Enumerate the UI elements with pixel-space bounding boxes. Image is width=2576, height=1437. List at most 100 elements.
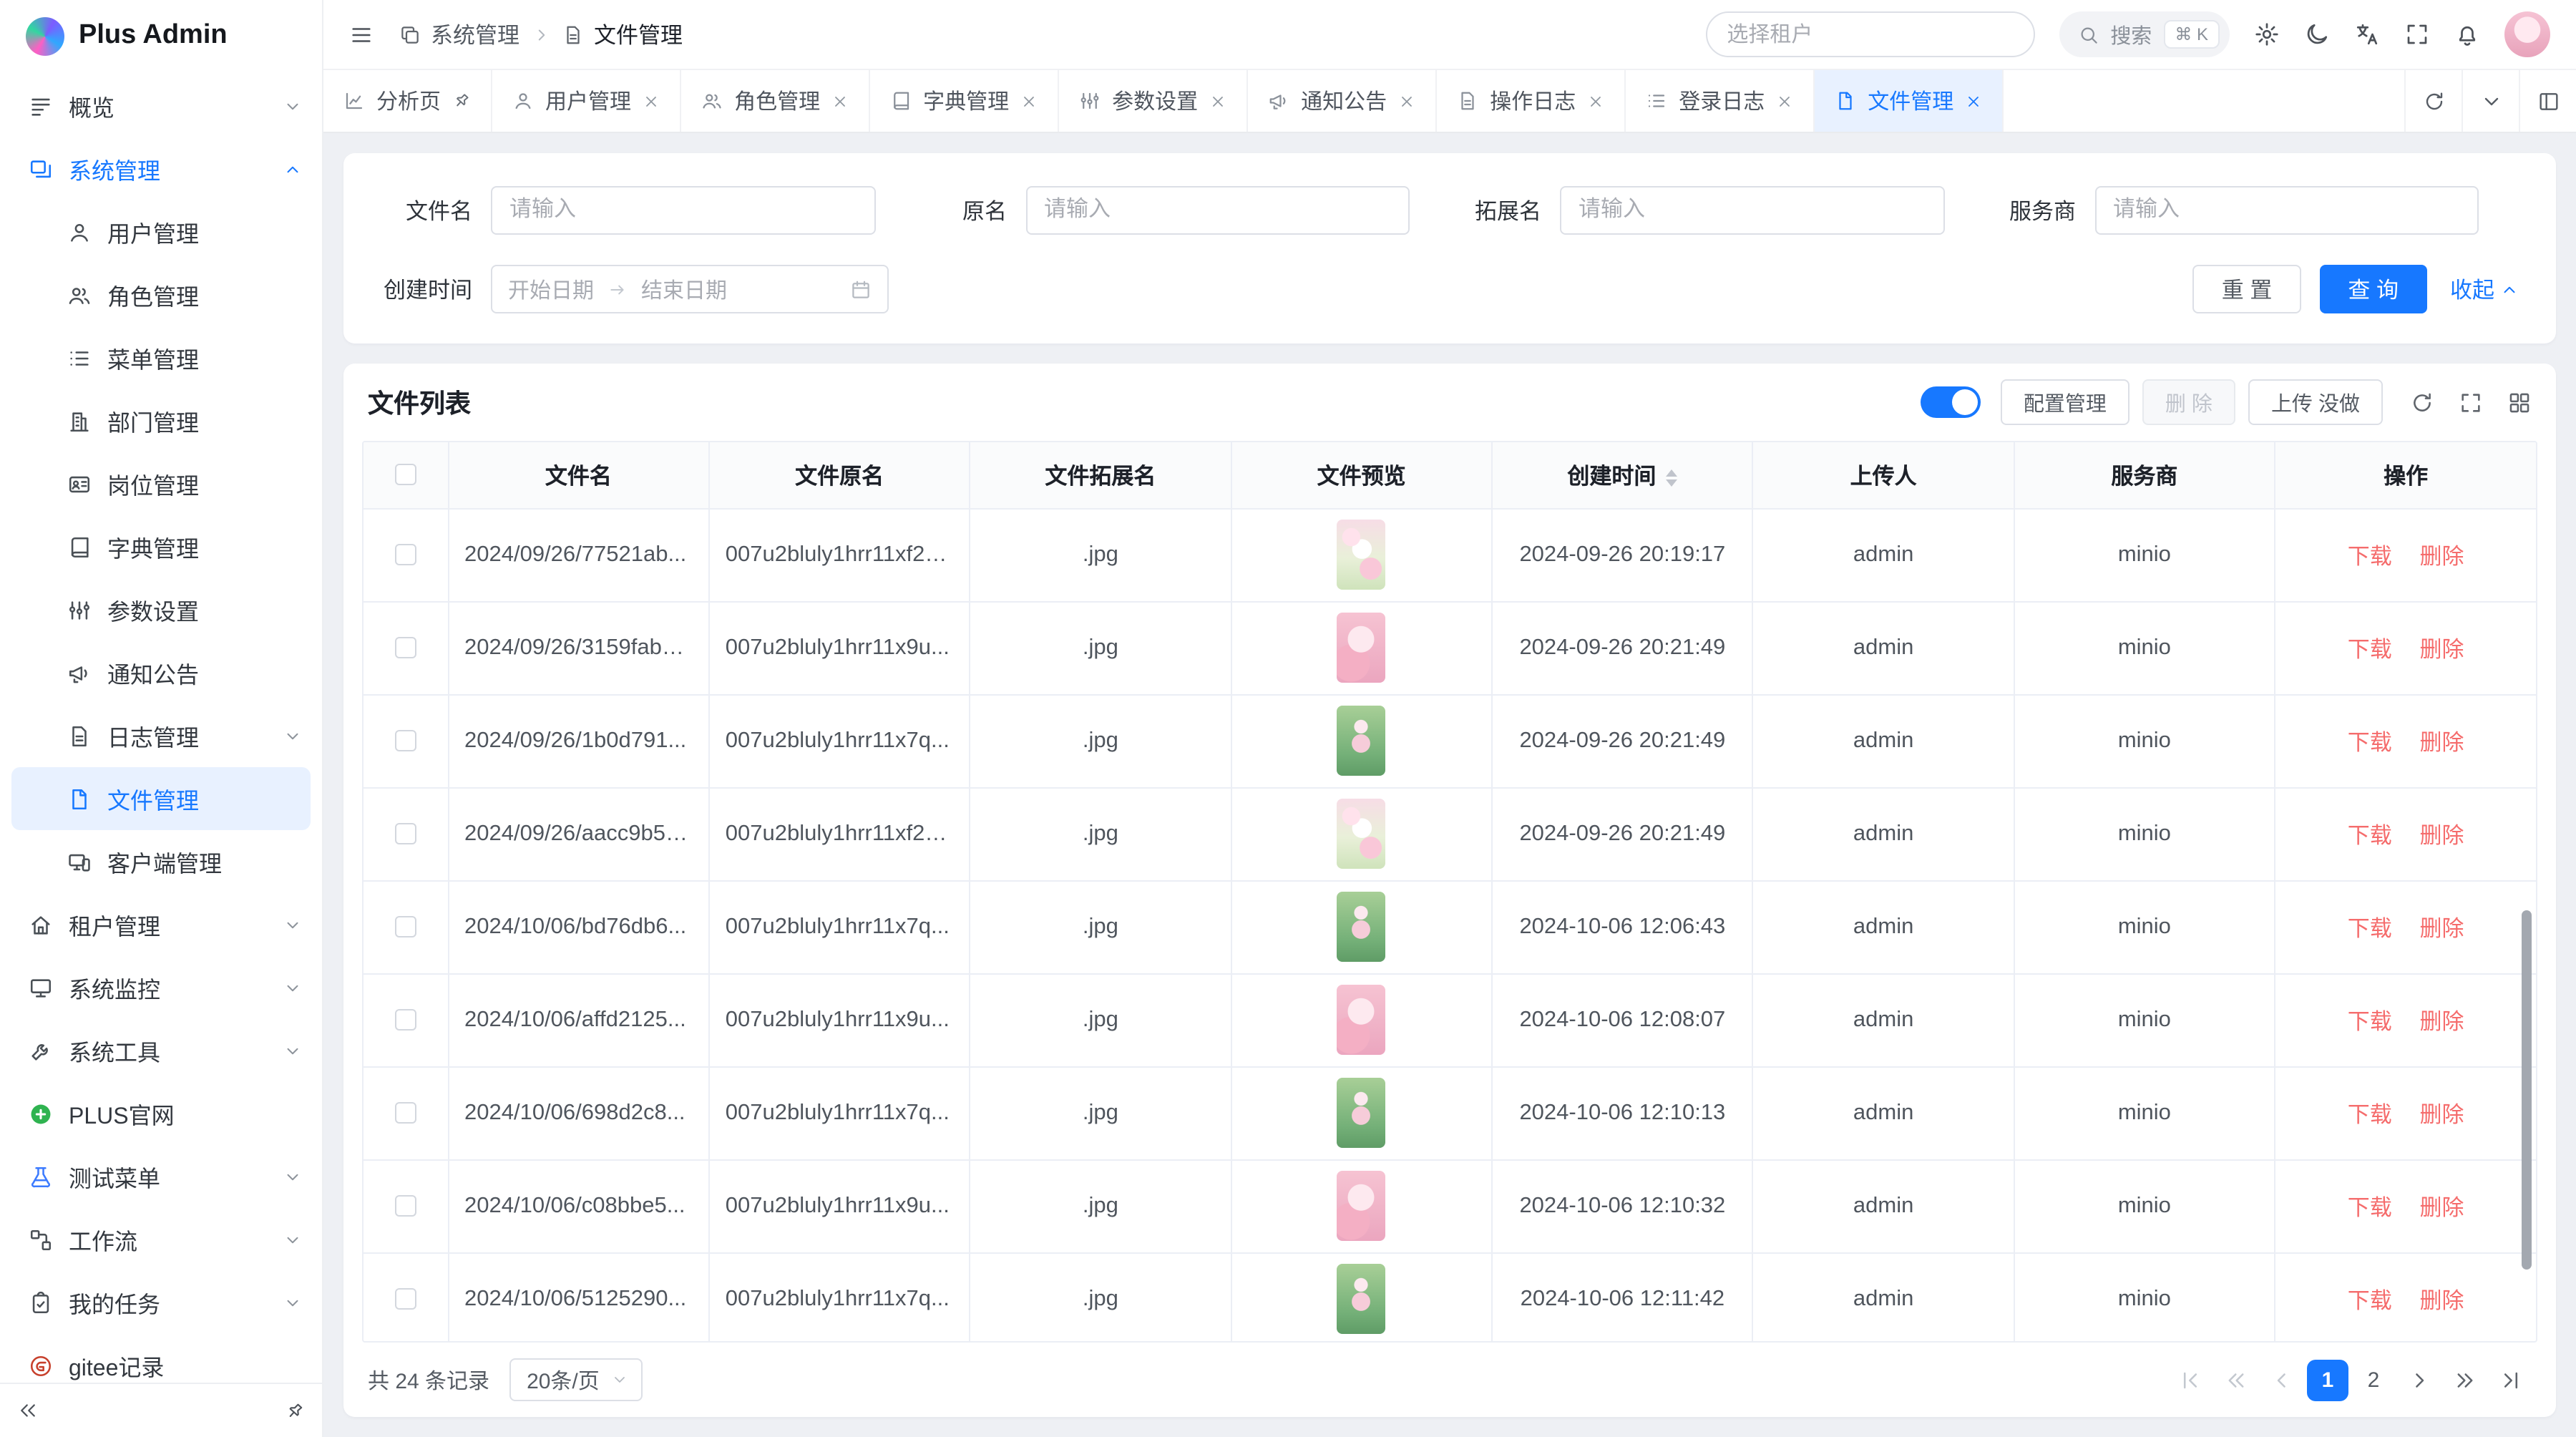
refresh-list-button[interactable] [2410,390,2434,414]
preview-image[interactable] [1337,1171,1386,1241]
app-logo[interactable]: Plus Admin [0,0,322,72]
tab-login-log[interactable]: 登录日志 [1626,70,1815,132]
table-row[interactable]: 2024/09/26/77521ab... 007u2bluly1hrr11xf… [364,508,2536,601]
download-link[interactable]: 下载 [2348,638,2392,662]
download-link[interactable]: 下载 [2348,824,2392,848]
sidebar-item-role-manage[interactable]: 角色管理 [0,263,322,326]
row-checkbox[interactable] [395,544,416,565]
sidebar-item-notice[interactable]: 通知公告 [0,641,322,704]
fullscreen-button[interactable] [2404,21,2430,47]
preview-image[interactable] [1337,1078,1386,1148]
filter-input[interactable] [1025,186,1410,235]
sidebar-item-dept-manage[interactable]: 部门管理 [0,389,322,452]
collapse-sidebar-button[interactable] [17,1400,39,1421]
close-tab-icon[interactable] [831,92,849,109]
last-page-button[interactable] [2490,1359,2532,1401]
tab-file-manage[interactable]: 文件管理 [1815,70,2004,132]
page-number-button[interactable]: 1 [2307,1359,2348,1401]
download-link[interactable]: 下载 [2348,545,2392,569]
sidebar-item-menu-manage[interactable]: 菜单管理 [0,326,322,389]
tab-param-settings[interactable]: 参数设置 [1059,70,1248,132]
row-checkbox[interactable] [395,730,416,751]
collapse-filter-link[interactable]: 收起 [2450,273,2519,305]
config-manage-button[interactable]: 配置管理 [2001,379,2129,425]
refresh-page-button[interactable] [2404,70,2462,132]
layout-setting-button[interactable] [2519,70,2576,132]
download-link[interactable]: 下载 [2348,1196,2392,1220]
sidebar-item-system-manage[interactable]: 系统管理 [0,137,322,200]
table-row[interactable]: 2024/09/26/3159fab8... 007u2bluly1hrr11x… [364,601,2536,694]
row-checkbox[interactable] [395,1195,416,1217]
close-tab-icon[interactable] [1398,92,1415,109]
table-row[interactable]: 2024/10/06/5125290... 007u2bluly1hrr11x7… [364,1252,2536,1343]
sidebar-item-plus-site[interactable]: PLUS官网 [0,1082,322,1145]
delete-link[interactable]: 删除 [2419,824,2464,848]
first-page-button[interactable] [2170,1359,2211,1401]
download-link[interactable]: 下载 [2348,731,2392,755]
sidebar-item-user-manage[interactable]: 用户管理 [0,200,322,263]
search-toggle[interactable] [1921,386,1981,418]
delete-link[interactable]: 删除 [2419,1289,2464,1313]
fullscreen-list-button[interactable] [2459,390,2483,414]
sidebar-item-my-tasks[interactable]: 我的任务 [0,1271,322,1334]
toggle-sidebar-button[interactable] [349,22,374,47]
tabs-menu-button[interactable] [2462,70,2519,132]
preview-image[interactable] [1337,706,1386,776]
column-header[interactable]: 创建时间 [1492,442,1753,508]
filter-input[interactable] [1560,186,1944,235]
close-tab-icon[interactable] [1776,92,1793,109]
download-link[interactable]: 下载 [2348,1289,2392,1313]
delete-link[interactable]: 删除 [2419,638,2464,662]
notifications-button[interactable] [2454,21,2480,47]
column-header[interactable]: 文件名 [448,442,709,508]
table-row[interactable]: 2024/10/06/c08bbe5... 007u2bluly1hrr11x9… [364,1159,2536,1252]
breadcrumb-item[interactable]: 系统管理 [399,19,519,50]
download-link[interactable]: 下载 [2348,917,2392,941]
column-header[interactable]: 文件预览 [1231,442,1492,508]
preview-image[interactable] [1337,1264,1386,1334]
settings-button[interactable] [2254,21,2280,47]
table-row[interactable]: 2024/10/06/698d2c8... 007u2bluly1hrr11x7… [364,1066,2536,1159]
close-tab-icon[interactable] [1209,92,1226,109]
row-checkbox[interactable] [395,1009,416,1031]
row-checkbox[interactable] [395,823,416,844]
prev-pages-button[interactable] [2215,1359,2257,1401]
prev-page-button[interactable] [2261,1359,2303,1401]
search-button[interactable]: 查 询 [2319,265,2427,313]
sidebar-item-overview[interactable]: 概览 [0,74,322,137]
close-tab-icon[interactable] [1020,92,1038,109]
sidebar-item-system-tools[interactable]: 系统工具 [0,1019,322,1082]
dark-mode-button[interactable] [2304,21,2330,47]
download-link[interactable]: 下载 [2348,1103,2392,1127]
close-tab-icon[interactable] [1587,92,1604,109]
preview-image[interactable] [1337,892,1386,962]
row-checkbox[interactable] [395,916,416,937]
delete-link[interactable]: 删除 [2419,917,2464,941]
sidebar-item-post-manage[interactable]: 岗位管理 [0,452,322,515]
close-tab-icon[interactable] [1965,92,1982,109]
delete-link[interactable]: 删除 [2419,545,2464,569]
page-size-select[interactable]: 20条/页 [509,1358,643,1401]
table-row[interactable]: 2024/09/26/aacc9b5c... 007u2bluly1hrr11x… [364,787,2536,880]
reset-button[interactable]: 重 置 [2193,265,2301,313]
filter-input[interactable] [2094,186,2479,235]
preview-image[interactable] [1337,520,1386,590]
tab-analysis[interactable]: 分析页 [323,70,492,132]
page-number-button[interactable]: 2 [2353,1359,2394,1401]
preview-image[interactable] [1337,985,1386,1055]
sidebar-item-gitee-log[interactable]: gitee记录 [0,1334,322,1383]
upload-button[interactable]: 上传 没做 [2248,379,2383,425]
column-settings-button[interactable] [2507,390,2532,414]
language-button[interactable] [2354,21,2380,47]
sort-carets-icon[interactable] [1666,469,1677,486]
download-link[interactable]: 下载 [2348,1010,2392,1034]
delete-link[interactable]: 删除 [2419,1010,2464,1034]
date-range-picker[interactable]: 开始日期 结束日期 [491,265,889,313]
tab-dict-manage[interactable]: 字典管理 [870,70,1059,132]
delete-link[interactable]: 删除 [2419,731,2464,755]
sidebar-item-system-monitor[interactable]: 系统监控 [0,956,322,1019]
checkbox[interactable] [395,464,416,485]
sidebar-item-dict-manage[interactable]: 字典管理 [0,515,322,578]
close-tab-icon[interactable] [643,92,660,109]
global-search[interactable]: 搜索 ⌘ K [2059,11,2230,57]
